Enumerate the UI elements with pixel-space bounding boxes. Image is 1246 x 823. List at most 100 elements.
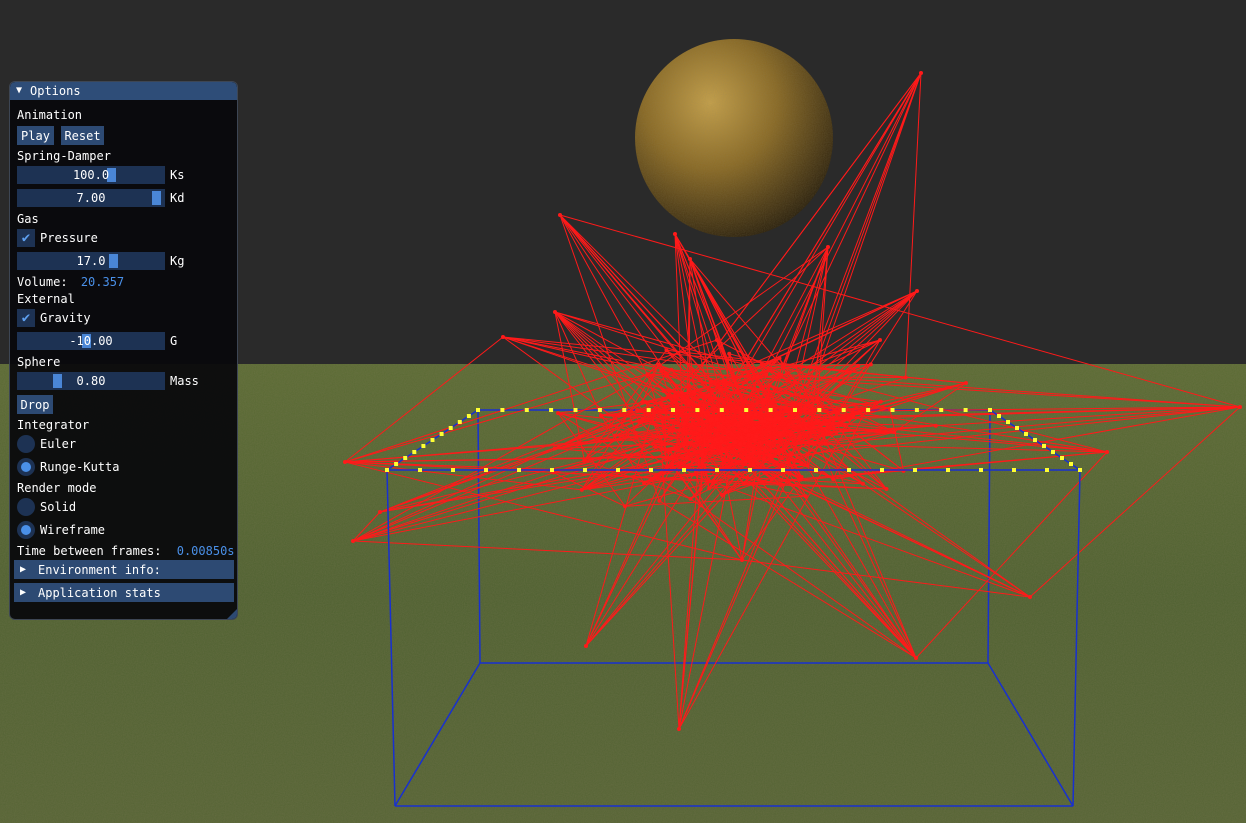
wire-vertex-61 [556, 411, 561, 416]
wire-vertex-99 [788, 432, 793, 437]
triangle-down-icon[interactable]: ▼ [16, 84, 26, 98]
volume-label: Volume: [17, 275, 68, 289]
wire-vertex-25 [743, 428, 747, 433]
wire-vertex-182 [553, 310, 557, 314]
wire-vertex-158 [552, 446, 557, 451]
pressure-checkbox[interactable]: ✔ [17, 229, 35, 247]
wire-vertex-156 [751, 450, 756, 454]
mass-slider[interactable]: 0.80 [17, 372, 165, 390]
wire-vertex-177 [351, 539, 355, 543]
wire-vertex-83 [721, 378, 726, 383]
wire-vertex-170 [919, 71, 923, 75]
triangle-right-icon: ▶ [20, 586, 27, 598]
options-title-bar[interactable]: ▼ Options [10, 82, 237, 100]
surface-point-30 [671, 408, 675, 412]
wire-vertex-51 [759, 362, 764, 367]
surface-point-14 [847, 468, 851, 472]
surface-point-55 [1024, 432, 1028, 436]
sphere-texture [635, 39, 833, 237]
surface-point-23 [500, 408, 505, 412]
euler-radio[interactable] [17, 435, 35, 453]
wire-vertex-13 [719, 439, 724, 444]
wire-vertex-30 [695, 436, 700, 441]
wire-vertex-119 [672, 394, 677, 398]
wire-vertex-100 [788, 452, 793, 457]
reset-button[interactable]: Reset [61, 126, 104, 145]
wire-vertex-88 [690, 472, 695, 477]
wire-vertex-38 [785, 460, 789, 465]
wire-vertex-17 [667, 428, 672, 433]
gravity-slider[interactable]: -10.00 [17, 332, 165, 350]
wire-vertex-81 [667, 388, 672, 393]
section-gas: Gas [17, 212, 39, 226]
wire-vertex-96 [670, 462, 675, 467]
wire-vertex-35 [681, 443, 686, 448]
runge-kutta-radio[interactable] [17, 458, 35, 476]
surface-point-10 [715, 468, 719, 472]
wire-vertex-120 [762, 397, 767, 402]
options-panel: ▼ Options Animation Play Reset Spring-Da… [9, 81, 238, 620]
gravity-label: Gravity [40, 311, 91, 325]
wire-vertex-1 [768, 453, 773, 458]
surface-point-44 [394, 462, 399, 466]
surface-point-51 [1042, 444, 1046, 448]
wire-vertex-161 [764, 372, 769, 377]
wire-vertex-69 [751, 426, 756, 431]
surface-point-45 [1069, 462, 1073, 466]
wire-vertex-11 [718, 451, 723, 456]
section-animation: Animation [17, 108, 83, 122]
kd-slider-value: 7.00 [76, 191, 106, 205]
solid-radio[interactable] [17, 498, 35, 516]
environment-info-header[interactable]: ▶ Environment info: [14, 560, 234, 579]
play-button[interactable]: Play [17, 126, 54, 145]
wire-vertex-48 [688, 496, 693, 501]
wire-vertex-133 [777, 356, 782, 361]
wire-vertex-85 [707, 438, 712, 443]
surface-point-31 [695, 408, 700, 412]
surface-point-7 [616, 468, 620, 472]
application-stats-label: Application stats [38, 585, 161, 600]
wire-vertex-45 [761, 401, 766, 406]
wire-vertex-95 [670, 454, 675, 459]
wire-vertex-110 [831, 477, 836, 482]
application-stats-header[interactable]: ▶ Application stats [14, 583, 234, 602]
wire-vertex-76 [815, 398, 820, 403]
wire-vertex-65 [669, 367, 674, 372]
wire-vertex-154 [830, 421, 835, 426]
wire-vertex-91 [707, 486, 712, 491]
wire-vertex-73 [933, 423, 938, 428]
surface-point-11 [748, 468, 752, 472]
wire-vertex-117 [663, 405, 668, 410]
ks-label: Ks [170, 168, 185, 182]
triangle-right-icon: ▶ [20, 563, 27, 575]
wire-vertex-68 [613, 433, 618, 438]
wire-vertex-140 [903, 375, 908, 380]
wire-vertex-10 [659, 369, 664, 374]
ks-slider[interactable]: 100.0 [17, 166, 165, 184]
wire-vertex-185 [378, 510, 382, 514]
section-integrator: Integrator [17, 418, 90, 432]
kd-slider[interactable]: 7.00 [17, 189, 165, 207]
wire-vertex-166 [762, 419, 767, 424]
wire-vertex-111 [727, 351, 732, 356]
wire-vertex-132 [651, 409, 656, 414]
wire-vertex-129 [664, 348, 669, 353]
wire-vertex-137 [772, 423, 777, 428]
resize-grip[interactable] [227, 609, 237, 619]
surface-point-6 [583, 468, 587, 472]
drop-button[interactable]: Drop [17, 395, 53, 414]
checkmark-icon: ✔ [21, 230, 31, 246]
kg-slider[interactable]: 17.0 [17, 252, 165, 270]
wireframe-radio[interactable] [17, 521, 35, 539]
wire-vertex-84 [579, 487, 584, 492]
gravity-checkbox[interactable]: ✔ [17, 309, 35, 327]
surface-point-1 [418, 468, 422, 472]
surface-point-50 [421, 444, 426, 448]
surface-point-58 [457, 420, 462, 424]
wire-vertex-122 [750, 462, 755, 467]
wire-vertex-187 [688, 257, 692, 261]
surface-point-27 [597, 408, 602, 412]
wire-vertex-19 [657, 498, 662, 503]
surface-point-39 [890, 408, 895, 412]
gravity-g-label: G [170, 334, 178, 348]
